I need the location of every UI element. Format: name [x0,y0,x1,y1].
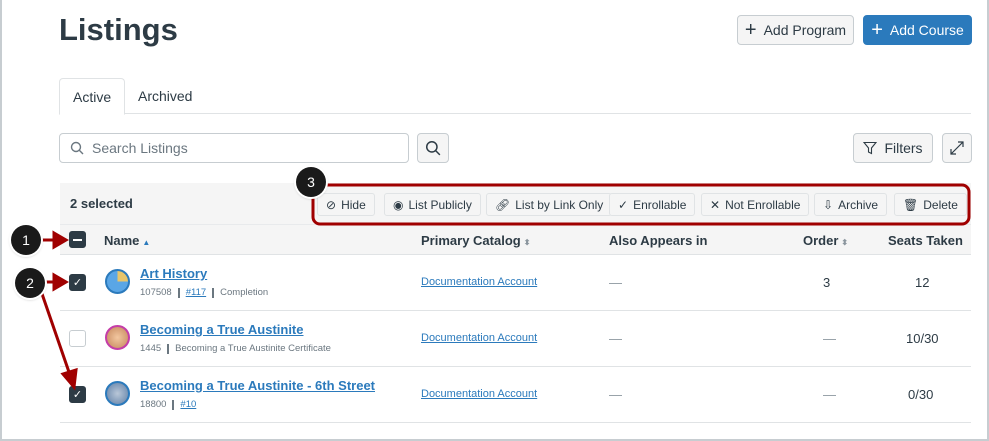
arrow-head [52,230,69,250]
arrow-head [60,367,78,391]
arrow-head [52,272,69,292]
callout-3: 3 [296,167,326,197]
callout-1: 1 [11,225,41,255]
callout-annotations [37,183,971,391]
callout-2: 2 [15,268,45,298]
arrow-line [38,287,72,376]
highlight-box [311,183,971,226]
